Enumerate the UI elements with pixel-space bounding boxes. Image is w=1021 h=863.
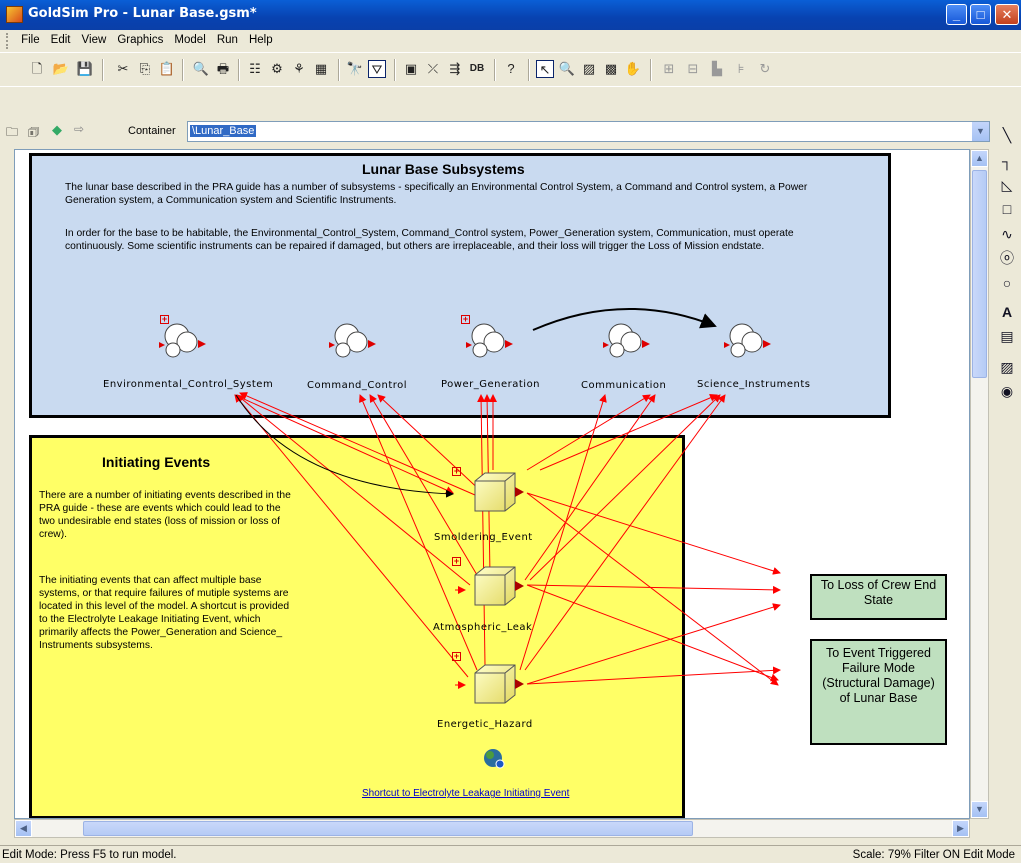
folder-up-icon[interactable]: 🗀 bbox=[6, 123, 18, 144]
scroll-up-icon[interactable]: ▲ bbox=[971, 150, 988, 167]
toolbar: 🗋 📂 💾 ✂ ⎘ 📋 🔍 🖶 ☷ ⚙ ⚘ ▦ 🔭 ⛛ ▣ ⤫ ⇶ DB ? ↖… bbox=[0, 52, 1021, 86]
align-2-icon[interactable]: ⊟ bbox=[684, 60, 702, 78]
toolbar-grip[interactable] bbox=[6, 33, 10, 49]
fit-icon[interactable]: ▩ bbox=[602, 60, 620, 78]
menu-run[interactable]: Run bbox=[213, 30, 242, 46]
pan-hand-icon[interactable]: ✋ bbox=[624, 60, 642, 78]
line-tool-icon[interactable]: ╲ bbox=[998, 126, 1016, 144]
expand-icon[interactable]: + bbox=[452, 652, 461, 661]
zoom-icon[interactable]: 🔍 bbox=[558, 60, 576, 78]
new-file-icon[interactable]: 🗋 bbox=[28, 60, 46, 78]
text-tool-icon[interactable]: A bbox=[998, 303, 1016, 321]
select-pointer-icon[interactable]: ↖ bbox=[536, 60, 554, 78]
zoom-box-icon[interactable]: ▨ bbox=[580, 60, 598, 78]
drawing-palette: ╲ ┐ ◺ □ ∿ ⓞ ○ A ▤ ▨ ◉ bbox=[992, 118, 1021, 838]
hide-links-icon[interactable]: ⤫ bbox=[424, 60, 442, 78]
form-icon[interactable]: ▣ bbox=[402, 60, 420, 78]
horizontal-scrollbar[interactable]: ◀ ▶ bbox=[14, 819, 970, 838]
status-mode-text: Edit Mode: Press F5 to run model. bbox=[2, 849, 177, 861]
menu-graphics[interactable]: Graphics bbox=[113, 30, 167, 46]
influence-icon[interactable]: ⇶ bbox=[446, 60, 464, 78]
node-science-instruments[interactable]: Science_Instruments bbox=[697, 379, 811, 390]
menu-model[interactable]: Model bbox=[170, 30, 209, 46]
elbow-tool-icon[interactable]: ┐ bbox=[998, 152, 1016, 170]
chevron-down-icon[interactable]: ▼ bbox=[972, 122, 989, 141]
menu-file[interactable]: File bbox=[17, 30, 44, 46]
print-icon[interactable]: 🖶 bbox=[214, 60, 232, 78]
ellipse-tool-icon[interactable]: ○ bbox=[998, 274, 1016, 292]
app-icon bbox=[6, 6, 23, 23]
node-power-generation[interactable]: Power_Generation bbox=[441, 379, 540, 390]
status-scale-text: Scale: 79% Filter ON Edit Mode bbox=[852, 849, 1015, 861]
menu-help[interactable]: Help bbox=[245, 30, 277, 46]
rotate-icon[interactable]: ↻ bbox=[756, 60, 774, 78]
status-bar: Edit Mode: Press F5 to run model. Scale:… bbox=[0, 845, 1021, 863]
open-folder-icon[interactable]: 📂 bbox=[52, 60, 70, 78]
container-path-input[interactable]: \Lunar_Base ▼ bbox=[187, 121, 990, 142]
maximize-button[interactable]: □ bbox=[970, 4, 991, 25]
database-icon[interactable]: DB bbox=[468, 60, 486, 78]
container-label: Container bbox=[128, 125, 176, 137]
menu-view[interactable]: View bbox=[78, 30, 111, 46]
find-icon[interactable]: 🔭 bbox=[346, 60, 364, 78]
forward-icon[interactable]: ⇨ bbox=[74, 122, 84, 136]
polygon-tool-icon[interactable]: ◺ bbox=[998, 176, 1016, 194]
curve-tool-icon[interactable]: ∿ bbox=[998, 225, 1016, 243]
scroll-right-icon[interactable]: ▶ bbox=[952, 820, 969, 837]
node-communication[interactable]: Communication bbox=[581, 380, 666, 391]
element-icon[interactable]: ⚙ bbox=[268, 60, 286, 78]
browser-icon[interactable]: ☷ bbox=[246, 60, 264, 78]
expand-icon[interactable]: + bbox=[452, 557, 461, 566]
expand-icon[interactable]: + bbox=[461, 315, 470, 324]
filter-icon[interactable]: ⛛ bbox=[368, 60, 386, 78]
end-state-loss-of-crew[interactable]: To Loss of Crew End State bbox=[810, 574, 947, 620]
expand-icon[interactable]: + bbox=[160, 315, 169, 324]
image-tool-icon[interactable]: ▨ bbox=[998, 358, 1016, 376]
node-smoldering-event[interactable]: Smoldering_Event bbox=[434, 532, 533, 543]
node-atmospheric-leak[interactable]: Atmospheric_Leak bbox=[433, 622, 532, 633]
save-icon[interactable]: 💾 bbox=[76, 60, 94, 78]
horizontal-scroll-thumb[interactable] bbox=[83, 821, 693, 836]
level-icon[interactable]: 🗊 bbox=[28, 123, 39, 144]
cut-icon[interactable]: ✂ bbox=[114, 60, 132, 78]
close-button[interactable]: ✕ bbox=[995, 4, 1019, 25]
graph-icon[interactable]: ⚘ bbox=[290, 60, 308, 78]
align-icon[interactable]: ⊞ bbox=[660, 60, 678, 78]
print-preview-icon[interactable]: 🔍 bbox=[192, 60, 210, 78]
expand-icon[interactable]: + bbox=[452, 467, 461, 476]
shortcut-link[interactable]: Shortcut to Electrolyte Leakage Initiati… bbox=[362, 788, 569, 799]
rectangle-tool-icon[interactable]: □ bbox=[998, 200, 1016, 218]
window-title: GoldSim Pro - Lunar Base.gsm* bbox=[28, 6, 257, 21]
scroll-down-icon[interactable]: ▼ bbox=[971, 801, 988, 818]
menu-edit[interactable]: Edit bbox=[47, 30, 75, 46]
freeform-tool-icon[interactable]: ⓞ bbox=[998, 249, 1016, 267]
back-icon[interactable]: ◆ bbox=[52, 122, 62, 138]
title-bar: GoldSim Pro - Lunar Base.gsm* _ □ ✕ bbox=[0, 0, 1021, 30]
model-canvas[interactable]: Lunar Base Subsystems The lunar base des… bbox=[14, 149, 970, 819]
vertical-scrollbar[interactable]: ▲ ▼ bbox=[970, 149, 989, 819]
copy-icon[interactable]: ⎘ bbox=[136, 60, 154, 78]
help-icon[interactable]: ? bbox=[502, 60, 520, 78]
node-energetic-hazard[interactable]: Energetic_Hazard bbox=[437, 719, 533, 730]
result-icon[interactable]: ▦ bbox=[312, 60, 330, 78]
node-environmental-control-system[interactable]: Environmental_Control_System bbox=[103, 379, 273, 390]
hyperlink-tool-icon[interactable]: ◉ bbox=[998, 382, 1016, 400]
textbox-tool-icon[interactable]: ▤ bbox=[998, 327, 1016, 345]
container-path-value: \Lunar_Base bbox=[190, 125, 257, 137]
end-state-structural-damage[interactable]: To Event Triggered Failure Mode (Structu… bbox=[810, 639, 947, 745]
scroll-left-icon[interactable]: ◀ bbox=[15, 820, 32, 837]
vertical-scroll-thumb[interactable] bbox=[972, 170, 987, 378]
order-icon[interactable]: ▙ bbox=[708, 60, 726, 78]
toolbar-2 bbox=[0, 86, 1021, 118]
paste-icon[interactable]: 📋 bbox=[158, 60, 176, 78]
minimize-button[interactable]: _ bbox=[946, 4, 967, 25]
node-command-control[interactable]: Command_Control bbox=[307, 380, 407, 391]
menu-bar: File Edit View Graphics Model Run Help bbox=[0, 30, 1021, 52]
container-icon-group bbox=[159, 323, 771, 358]
distribute-icon[interactable]: ⊧ bbox=[732, 60, 750, 78]
